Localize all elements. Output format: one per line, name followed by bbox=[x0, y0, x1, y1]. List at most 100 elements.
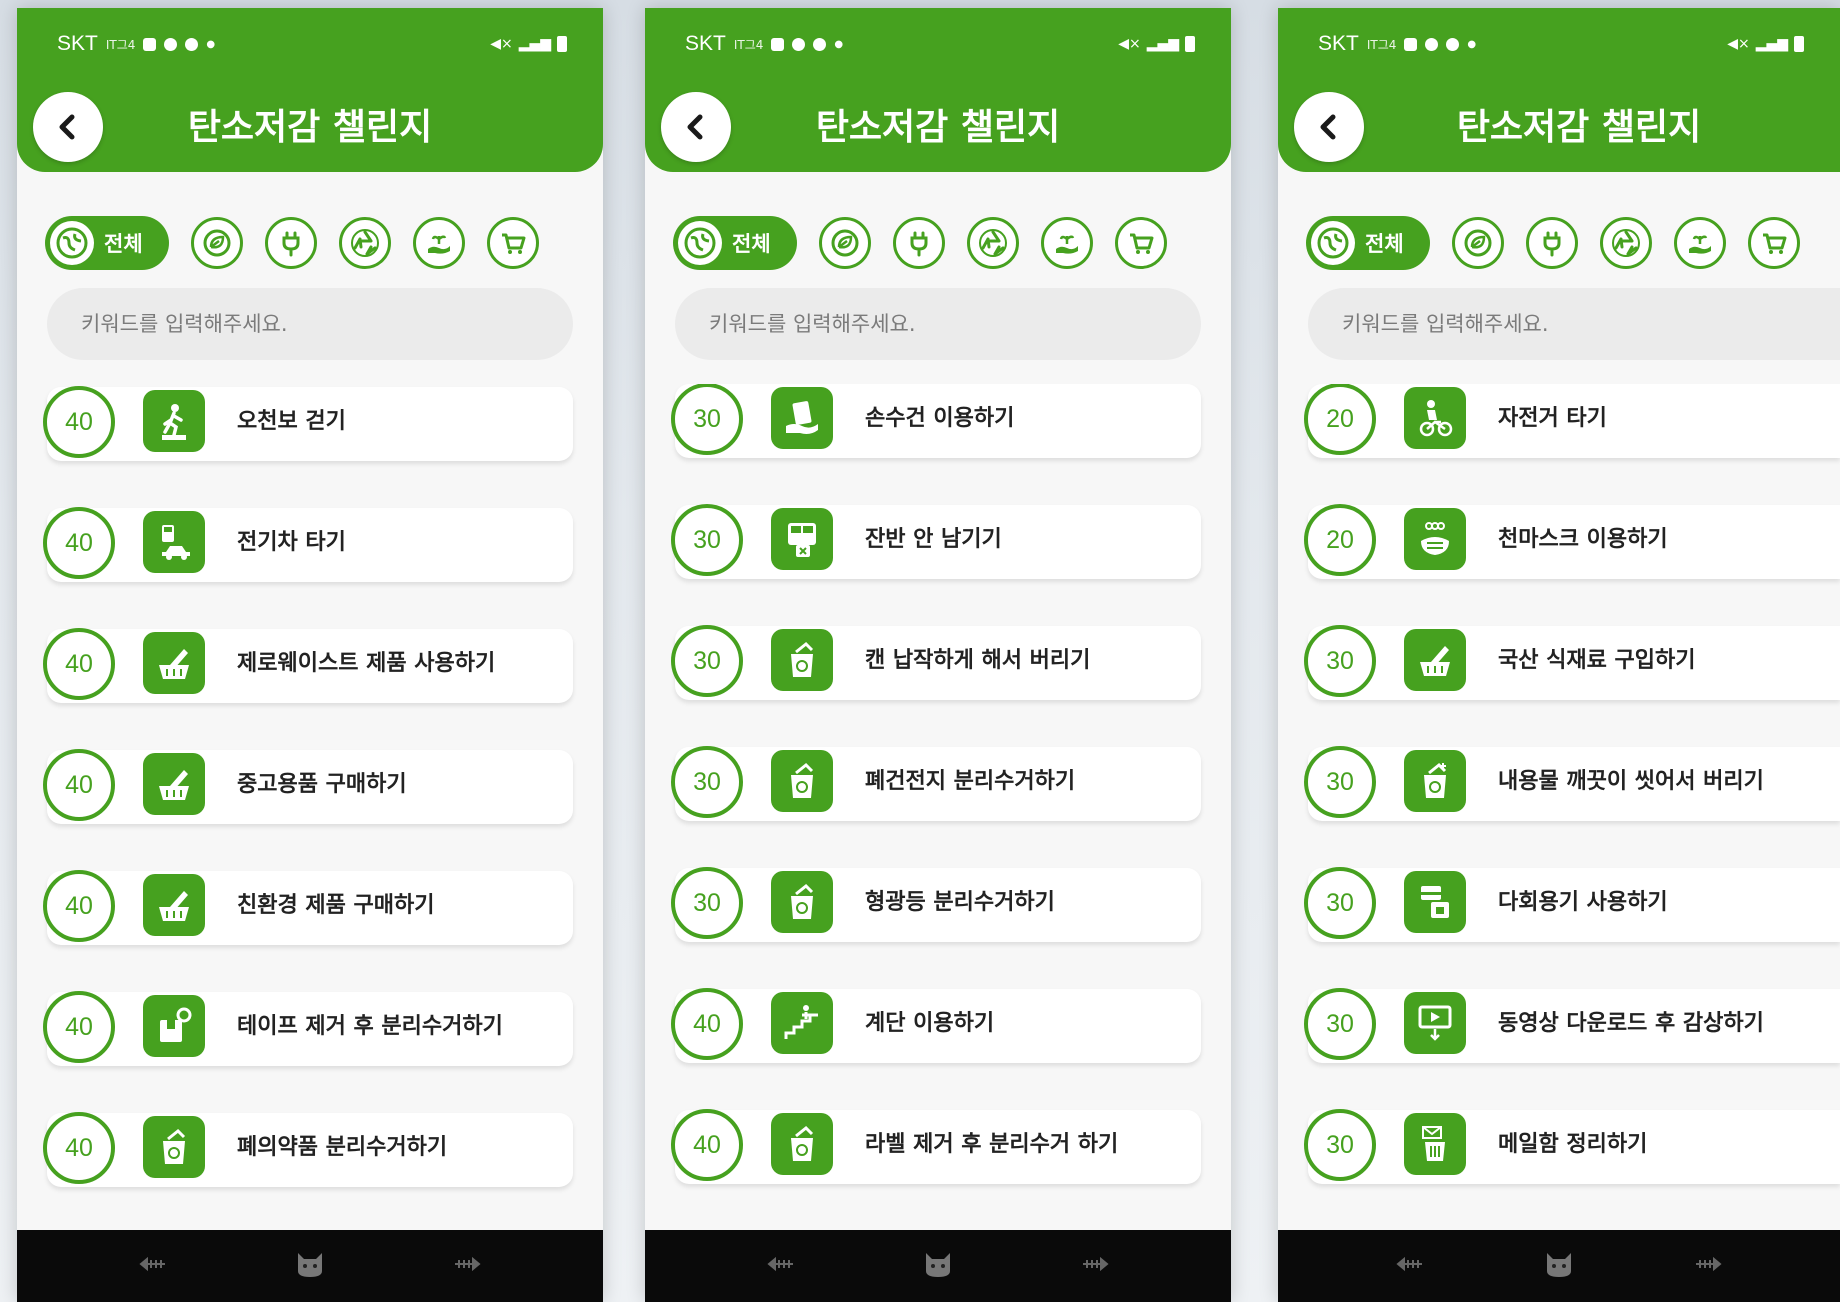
app-header: SKT IT그4 ● ◀× ▂▄▆ 탄소저감 챌린지 bbox=[645, 8, 1231, 172]
fish-bone-icon[interactable] bbox=[1396, 1255, 1426, 1277]
notification-icon bbox=[792, 37, 806, 51]
challenge-item[interactable]: 40 중고용품 구매하기 bbox=[43, 749, 573, 824]
challenge-label: 국산 식재료 구입하기 bbox=[1498, 648, 1696, 673]
filter-recycle-chip[interactable] bbox=[339, 217, 391, 269]
fish-bone-icon[interactable] bbox=[1692, 1255, 1722, 1277]
search-bar[interactable] bbox=[47, 288, 573, 360]
challenge-item[interactable]: 30 손수건 이용하기 bbox=[671, 384, 1201, 458]
basket-icon bbox=[143, 632, 205, 694]
filter-all-chip[interactable]: 전체 bbox=[673, 216, 797, 270]
filter-shopping-chip[interactable] bbox=[487, 217, 539, 269]
challenge-list: 20 자전거 타기 20 천마스크 이용하기 30 국산 식재료 구입하기 30… bbox=[1278, 384, 1840, 1232]
challenge-item[interactable]: 40 폐의약품 분리수거하기 bbox=[43, 1112, 573, 1187]
filter-all-chip[interactable]: 전체 bbox=[45, 216, 169, 270]
challenge-list: 40 오천보 걷기 40 전기차 타기 40 제로웨이스트 제품 사용하기 40… bbox=[17, 384, 603, 1232]
challenge-item[interactable]: 30 메일함 정리하기 bbox=[1304, 1109, 1840, 1184]
challenge-item[interactable]: 40 친환경 제품 구매하기 bbox=[43, 870, 573, 945]
basket-icon bbox=[143, 874, 205, 936]
challenge-item[interactable]: 30 잔반 안 남기기 bbox=[671, 504, 1201, 579]
filter-shopping-chip[interactable] bbox=[1748, 217, 1800, 269]
challenge-item[interactable]: 40 계단 이용하기 bbox=[671, 988, 1201, 1063]
challenge-label: 폐건전지 분리수거하기 bbox=[865, 769, 1076, 794]
challenge-label: 제로웨이스트 제품 사용하기 bbox=[237, 651, 496, 676]
challenge-item[interactable]: 40 전기차 타기 bbox=[43, 507, 573, 582]
box-icon bbox=[143, 995, 205, 1057]
points-badge: 30 bbox=[1304, 625, 1376, 697]
status-mini-text: IT그4 bbox=[105, 37, 136, 52]
hand-plant-icon bbox=[1056, 235, 1078, 254]
challenge-item[interactable]: 20 천마스크 이용하기 bbox=[1304, 504, 1840, 579]
chevron-left-icon bbox=[687, 114, 703, 140]
filter-leaf-chip[interactable] bbox=[1452, 217, 1504, 269]
points-badge: 40 bbox=[43, 991, 115, 1063]
filter-energy-chip[interactable] bbox=[265, 217, 317, 269]
back-button[interactable] bbox=[33, 92, 103, 162]
challenge-label: 오천보 걷기 bbox=[237, 409, 346, 434]
filter-energy-chip[interactable] bbox=[893, 217, 945, 269]
challenge-label: 폐의약품 분리수거하기 bbox=[237, 1135, 448, 1160]
leaf-icon bbox=[1464, 229, 1492, 257]
challenge-item[interactable]: 30 다회용기 사용하기 bbox=[1304, 867, 1840, 942]
challenge-item[interactable]: 30 형광등 분리수거하기 bbox=[671, 867, 1201, 942]
points-badge: 40 bbox=[43, 1112, 115, 1184]
fish-bone-icon[interactable] bbox=[139, 1255, 169, 1277]
challenge-item[interactable]: 40 오천보 걷기 bbox=[43, 386, 573, 461]
search-bar[interactable] bbox=[1308, 288, 1840, 360]
stairs-icon bbox=[771, 992, 833, 1054]
filter-plant-chip[interactable] bbox=[413, 217, 465, 269]
hand-plant-icon bbox=[428, 235, 450, 254]
points-badge: 40 bbox=[43, 870, 115, 942]
dot-icon: ● bbox=[1467, 38, 1477, 50]
filter-all-chip[interactable]: 전체 bbox=[1306, 216, 1430, 270]
points-badge: 20 bbox=[1304, 384, 1376, 455]
mask-icon bbox=[1404, 508, 1466, 570]
phone-screen-1: SKT IT그4 ● ◀× ▂▄▆ 탄소저감 챌린지 전체 키워드를 입력해주세… bbox=[17, 8, 603, 1302]
search-bar[interactable] bbox=[675, 288, 1201, 360]
challenge-item[interactable]: 40 라벨 제거 후 분리수거 하기 bbox=[671, 1109, 1201, 1184]
challenge-item[interactable]: 20 자전거 타기 bbox=[1304, 384, 1840, 458]
cat-face-icon[interactable] bbox=[922, 1249, 954, 1283]
cart-icon bbox=[1130, 233, 1154, 254]
dot-icon: ● bbox=[206, 38, 216, 50]
challenge-item[interactable]: 40 테이프 제거 후 분리수거하기 bbox=[43, 991, 573, 1066]
challenge-item[interactable]: 30 내용물 깨끗이 씻어서 버리기 bbox=[1304, 746, 1840, 821]
chevron-left-icon bbox=[1320, 114, 1336, 140]
search-input[interactable] bbox=[79, 311, 573, 337]
hand-plant-icon bbox=[1689, 235, 1711, 254]
search-input[interactable] bbox=[1340, 311, 1840, 337]
status-bar: SKT IT그4 ● ◀× ▂▄▆ bbox=[57, 24, 567, 64]
fish-bone-icon[interactable] bbox=[451, 1255, 481, 1277]
filter-recycle-chip[interactable] bbox=[1600, 217, 1652, 269]
points-badge: 40 bbox=[671, 1109, 743, 1181]
filter-recycle-chip[interactable] bbox=[967, 217, 1019, 269]
challenge-item[interactable]: 40 제로웨이스트 제품 사용하기 bbox=[43, 628, 573, 703]
back-button[interactable] bbox=[661, 92, 731, 162]
search-input[interactable] bbox=[707, 311, 1201, 337]
filter-plant-chip[interactable] bbox=[1041, 217, 1093, 269]
challenge-item[interactable]: 30 동영상 다운로드 후 감상하기 bbox=[1304, 988, 1840, 1063]
carrier-label: SKT bbox=[57, 32, 98, 55]
notification-icon bbox=[1425, 37, 1439, 51]
filter-leaf-chip[interactable] bbox=[819, 217, 871, 269]
challenge-item[interactable]: 30 캔 납작하게 해서 버리기 bbox=[671, 625, 1201, 700]
fish-bone-icon[interactable] bbox=[767, 1255, 797, 1277]
fish-bone-icon[interactable] bbox=[1079, 1255, 1109, 1277]
mute-icon: ◀× bbox=[1118, 36, 1141, 52]
cat-face-icon[interactable] bbox=[1543, 1249, 1575, 1283]
back-button[interactable] bbox=[1294, 92, 1364, 162]
category-filter: 전체 bbox=[1306, 215, 1820, 271]
filter-energy-chip[interactable] bbox=[1526, 217, 1578, 269]
cat-face-icon[interactable] bbox=[294, 1249, 326, 1283]
bicycle-icon bbox=[1404, 387, 1466, 449]
filter-shopping-chip[interactable] bbox=[1115, 217, 1167, 269]
challenge-item[interactable]: 30 국산 식재료 구입하기 bbox=[1304, 625, 1840, 700]
basket-icon bbox=[143, 753, 205, 815]
points-badge: 30 bbox=[1304, 746, 1376, 818]
points-badge: 30 bbox=[1304, 988, 1376, 1060]
filter-leaf-chip[interactable] bbox=[191, 217, 243, 269]
filter-plant-chip[interactable] bbox=[1674, 217, 1726, 269]
recycle-icon bbox=[351, 229, 379, 257]
chat-icon bbox=[1446, 37, 1460, 51]
points-badge: 20 bbox=[1304, 504, 1376, 576]
challenge-item[interactable]: 30 폐건전지 분리수거하기 bbox=[671, 746, 1201, 821]
